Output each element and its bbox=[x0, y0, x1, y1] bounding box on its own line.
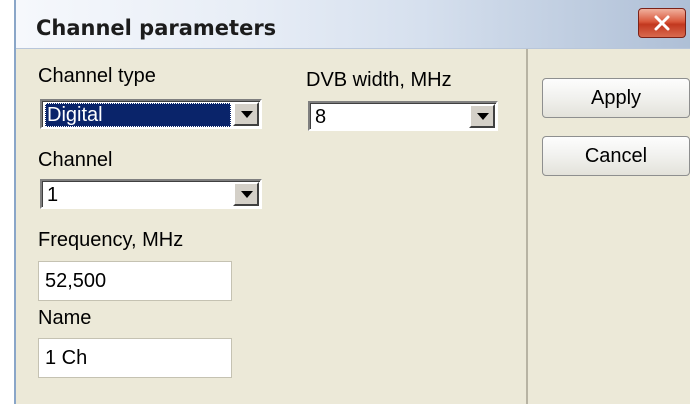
channel-value: 1 bbox=[47, 184, 59, 206]
dialog-window: Channel parameters Channel type Digital … bbox=[14, 0, 690, 404]
dvb-width-select[interactable]: 8 bbox=[308, 101, 498, 131]
close-icon bbox=[654, 15, 670, 31]
name-label: Name bbox=[38, 307, 92, 329]
frequency-field[interactable] bbox=[38, 261, 232, 301]
chevron-down-icon bbox=[241, 111, 253, 118]
dvb-width-dropdown-button[interactable] bbox=[469, 104, 495, 128]
name-field[interactable] bbox=[38, 338, 232, 378]
channel-select[interactable]: 1 bbox=[40, 179, 262, 209]
channel-type-dropdown-button[interactable] bbox=[233, 102, 259, 126]
channel-dropdown-button[interactable] bbox=[233, 182, 259, 206]
actions-panel: Apply Cancel bbox=[528, 49, 690, 404]
dvb-width-value: 8 bbox=[315, 106, 327, 128]
chevron-down-icon bbox=[477, 113, 489, 120]
cancel-button[interactable]: Cancel bbox=[542, 136, 690, 176]
apply-button[interactable]: Apply bbox=[542, 78, 690, 118]
parameters-panel: Channel type Digital DVB width, MHz 8 Ch… bbox=[16, 49, 528, 404]
channel-type-select[interactable]: Digital bbox=[40, 99, 262, 129]
dvb-width-label: DVB width, MHz bbox=[306, 69, 452, 91]
name-input[interactable] bbox=[39, 339, 231, 377]
channel-label: Channel bbox=[38, 149, 113, 171]
chevron-down-icon bbox=[241, 191, 253, 198]
channel-type-label: Channel type bbox=[38, 65, 156, 87]
close-button[interactable] bbox=[638, 8, 686, 38]
channel-type-value: Digital bbox=[45, 103, 231, 127]
window-title: Channel parameters bbox=[36, 16, 277, 40]
frequency-input[interactable] bbox=[39, 262, 231, 300]
title-bar[interactable]: Channel parameters bbox=[16, 0, 690, 49]
frequency-label: Frequency, MHz bbox=[38, 229, 184, 251]
